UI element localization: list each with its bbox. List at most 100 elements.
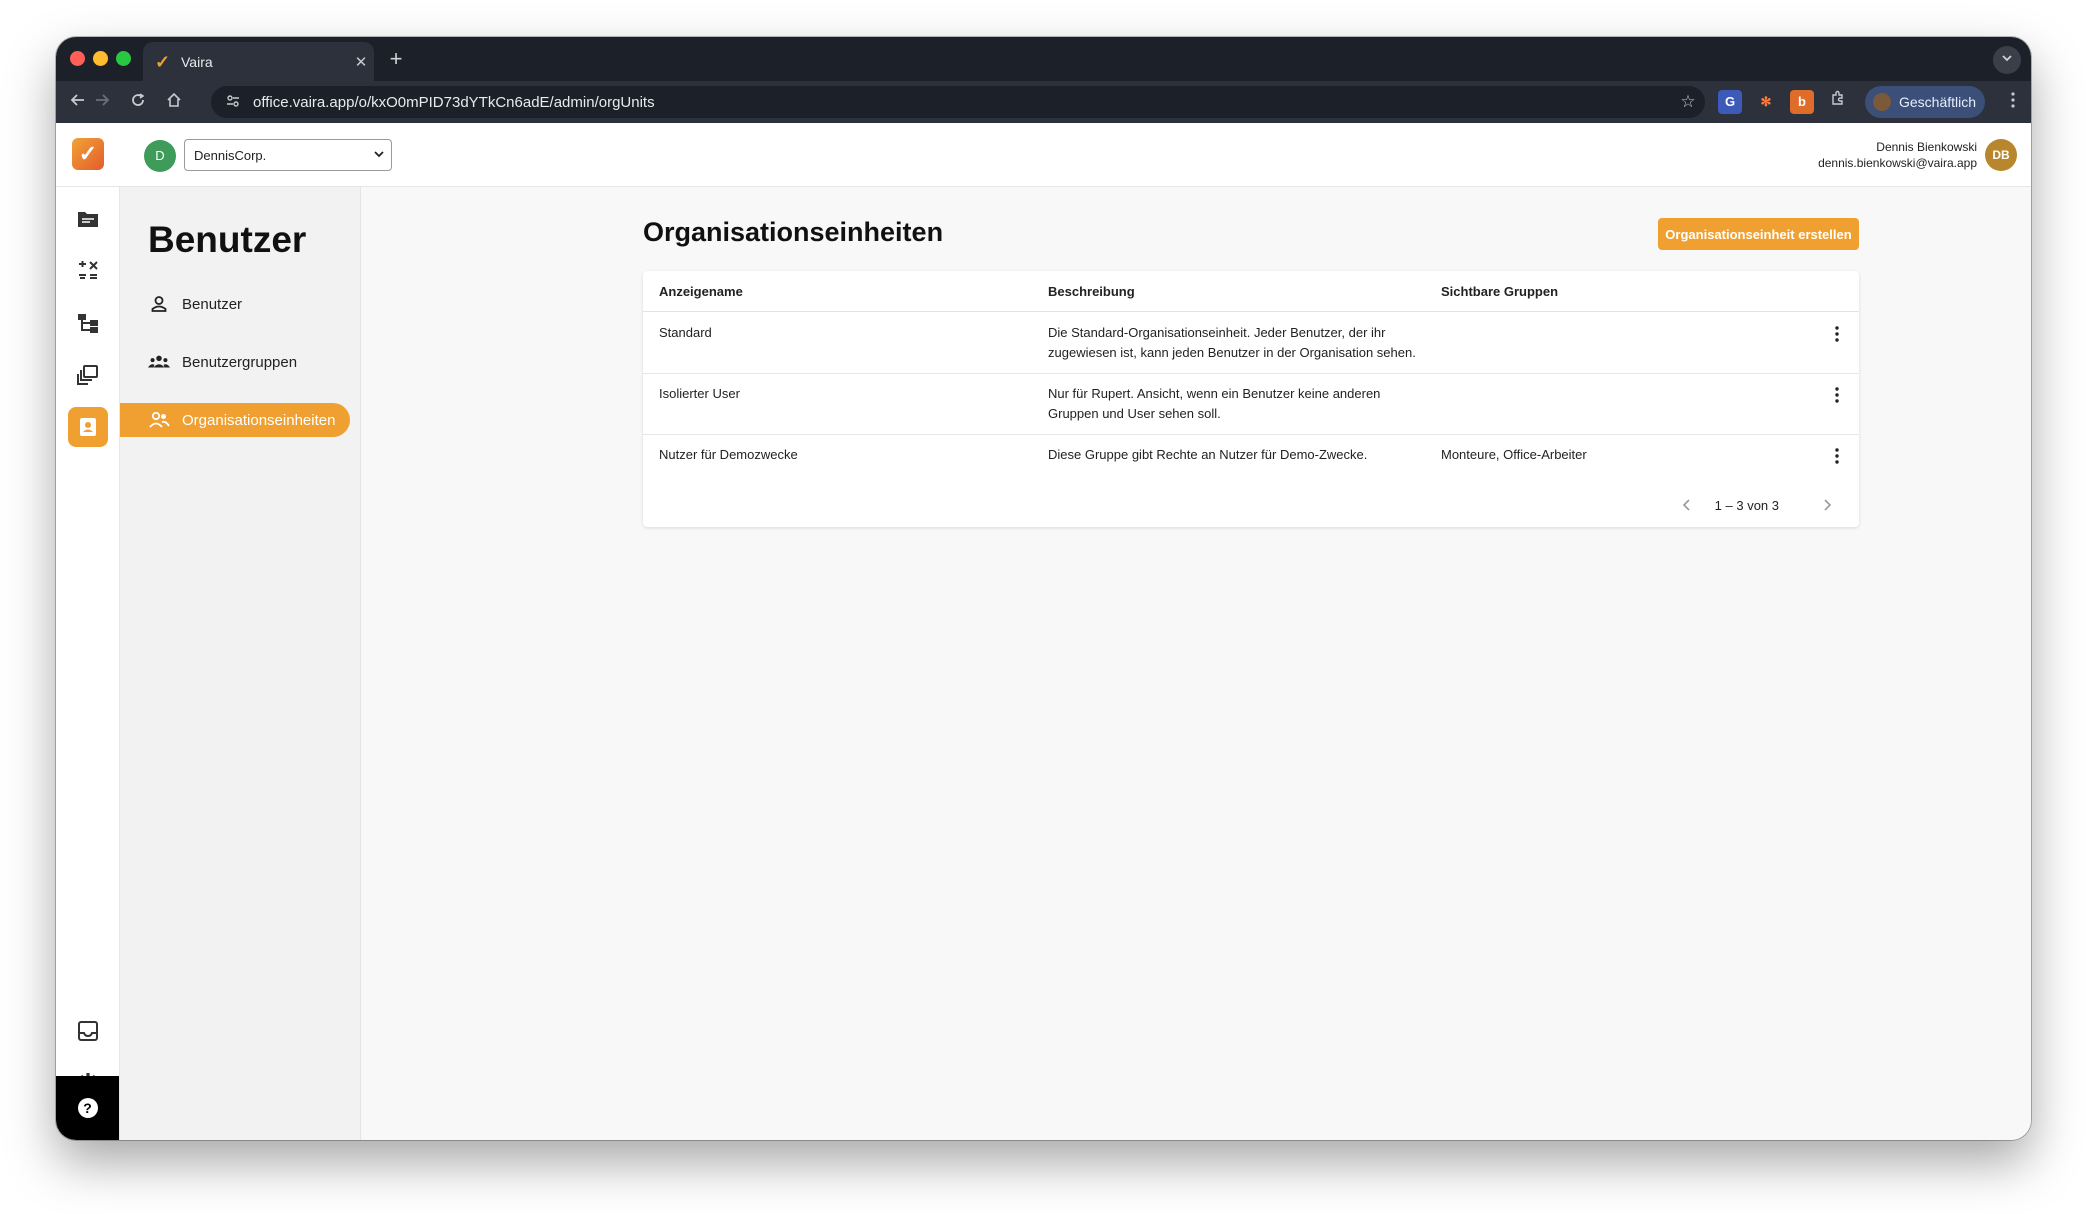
browser-window: ✓ Vaira ✕ + office.vaira.app/o/kxO0mPID7… [56,37,2031,1140]
home-button[interactable] [162,90,186,114]
sidebar-item-benutzer[interactable]: Benutzer [120,287,350,321]
tab-close-icon[interactable]: ✕ [348,53,374,71]
profile-avatar [1873,93,1891,111]
help-icon: ? [77,1098,98,1118]
browser-toolbar: office.vaira.app/o/kxO0mPID73dYTkCn6adE/… [56,81,2031,123]
app-header: ✓ D DennisCorp. Dennis Bienkowski dennis… [56,123,2031,187]
more-vertical-icon [1835,326,1839,342]
page-title: Organisationseinheiten [643,217,944,247]
pagination: 1 – 3 von 3 [1675,493,1839,517]
create-org-unit-button[interactable]: Organisationseinheit erstellen [1658,218,1859,250]
org-unit-name: Standard [659,325,712,340]
bookmark-star-icon[interactable]: ☆ [1671,92,1705,112]
site-settings-icon[interactable] [223,94,243,111]
user-avatar[interactable]: DB [1985,139,2017,171]
section-sidebar: Benutzer Benutzer Benutzergruppen Organi… [120,187,361,1140]
browser-tab[interactable]: ✓ Vaira ✕ [143,42,374,81]
user-info: Dennis Bienkowski dennis.bienkowski@vair… [1818,139,1977,171]
table-row[interactable]: Nutzer für Demozwecke Diese Gruppe gibt … [643,434,1859,495]
tab-title: Vaira [181,53,213,70]
tab-bar: ✓ Vaira ✕ + [56,37,2031,81]
address-bar[interactable]: office.vaira.app/o/kxO0mPID73dYTkCn6adE/… [211,86,1705,118]
more-vertical-icon [2011,92,2015,108]
collection-icon [77,365,98,385]
previous-page-button[interactable] [1675,493,1699,517]
minimize-window-button[interactable] [93,51,108,66]
close-window-button[interactable] [70,51,85,66]
table-header: Anzeigename Beschreibung Sichtbare Grupp… [643,271,1859,312]
chevron-down-icon [2002,55,2012,62]
column-header[interactable]: Beschreibung [1048,284,1135,299]
rail-projects-button[interactable] [68,199,108,239]
org-unit-groups: Monteure, Office-Arbeiter [1441,447,1587,462]
hubspot-extension-icon[interactable]: ✻ [1754,90,1778,114]
forward-button[interactable] [90,90,114,114]
help-button[interactable]: ? [56,1076,119,1140]
sidebar-item-organisationseinheiten[interactable]: Organisationseinheiten [120,403,350,437]
sidebar-item-label: Benutzergruppen [182,353,298,371]
column-header[interactable]: Anzeigename [659,284,743,299]
vaira-favicon-icon: ✓ [155,51,171,72]
more-vertical-icon [1835,387,1839,403]
org-select[interactable]: DennisCorp. [184,139,392,171]
org-unit-description: Diese Gruppe gibt Rechte an Nutzer für D… [1048,447,1368,462]
table-row[interactable]: Isolierter User Nur für Rupert. Ansicht,… [643,373,1859,435]
user-email: dennis.bienkowski@vaira.app [1818,156,1977,170]
group-icon [148,351,170,373]
column-header[interactable]: Sichtbare Gruppen [1441,284,1558,299]
rail-users-button[interactable] [68,407,108,447]
extensions-puzzle-icon[interactable] [1826,90,1850,114]
app: ✓ D DennisCorp. Dennis Bienkowski dennis… [56,123,2031,1140]
row-menu-button[interactable] [1825,322,1849,346]
row-menu-button[interactable] [1825,444,1849,468]
org-unit-name: Nutzer für Demozwecke [659,447,798,462]
org-unit-name: Isolierter User [659,386,740,401]
home-icon [167,92,181,107]
icon-rail: ? [56,187,120,1140]
people-icon [148,409,170,431]
browser-menu-button[interactable] [2005,90,2021,114]
reload-icon [132,93,145,106]
back-button[interactable] [66,90,90,114]
chevron-left-icon [1682,499,1690,511]
rail-structure-button[interactable] [68,303,108,343]
contacts-icon [80,418,96,436]
next-page-button[interactable] [1815,493,1839,517]
calculator-icon [79,261,98,279]
row-menu-button[interactable] [1825,383,1849,407]
vaira-logo[interactable]: ✓ [72,138,104,170]
reload-button[interactable] [126,90,150,114]
org-avatar: D [144,140,176,172]
org-units-table: Anzeigename Beschreibung Sichtbare Grupp… [643,271,1859,527]
url-text: office.vaira.app/o/kxO0mPID73dYTkCn6adE/… [253,93,655,111]
maximize-window-button[interactable] [116,51,131,66]
org-unit-description: Die Standard-Organisationseinheit. Jeder… [1048,325,1416,360]
sidebar-item-benutzergruppen[interactable]: Benutzergruppen [120,345,350,379]
section-title: Benutzer [148,219,307,260]
org-unit-description: Nur für Rupert. Ansicht, wenn ein Benutz… [1048,386,1381,421]
arrow-left-icon [70,94,84,106]
main-content: Organisationseinheiten Organisationseinh… [361,187,2031,1140]
table-row[interactable]: Standard Die Standard-Organisationseinhe… [643,312,1859,374]
new-tab-button[interactable]: + [384,47,408,71]
user-name: Dennis Bienkowski [1876,140,1977,154]
chevron-down-icon [367,148,391,163]
pagination-range: 1 – 3 von 3 [1714,497,1779,513]
person-icon [148,293,170,315]
extension-orange-icon[interactable]: b [1790,90,1814,114]
sidebar-item-label: Benutzer [182,295,243,313]
profile-label: Geschäftlich [1899,94,1977,110]
org-select-value: DennisCorp. [194,147,267,163]
rail-calculation-button[interactable] [68,251,108,291]
profile-button[interactable]: Geschäftlich [1865,86,1985,118]
sidebar-item-label: Organisationseinheiten [182,411,336,429]
more-vertical-icon [1835,448,1839,464]
arrow-right-icon [96,94,110,106]
folder-icon [78,212,98,227]
rail-inbox-button[interactable] [68,1011,108,1051]
tab-search-button[interactable] [1993,46,2021,74]
inbox-icon [78,1021,98,1041]
chevron-right-icon [1824,499,1832,511]
translate-extension-icon[interactable]: G [1718,90,1742,114]
rail-library-button[interactable] [68,355,108,395]
